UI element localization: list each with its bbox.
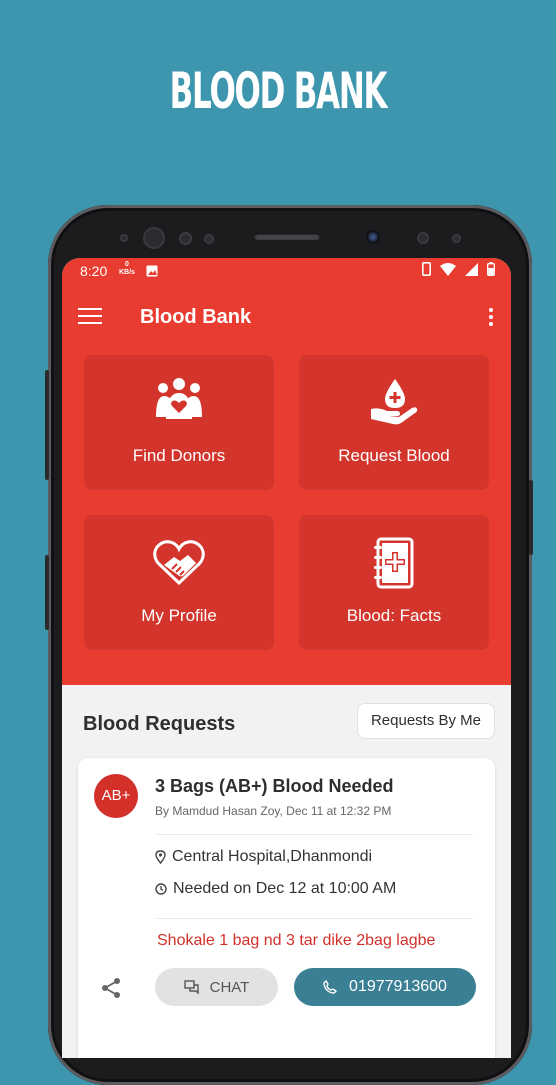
toolbar: Blood Bank <box>62 294 511 344</box>
blood-drop-hand-icon <box>371 379 418 425</box>
blood-request-card[interactable]: AB+ 3 Bags (AB+) Blood Needed By Mamdud … <box>78 758 495 1058</box>
divider <box>155 834 473 835</box>
clock-icon <box>155 883 167 895</box>
call-button[interactable]: 01977913600 <box>294 968 476 1006</box>
status-icons <box>422 262 495 276</box>
share-icon[interactable] <box>98 975 124 1001</box>
handshake-heart-icon <box>153 540 205 586</box>
app-header: 8:20 0 KB/s Blood Bank Find Donors Reque… <box>62 258 511 685</box>
status-time: 8:20 <box>80 263 108 279</box>
promo-title: BLOOD BANK <box>169 62 388 120</box>
location-row: Central Hospital,Dhanmondi <box>155 848 372 866</box>
request-blood-tile[interactable]: Request Blood <box>299 355 489 490</box>
find-donors-tile[interactable]: Find Donors <box>84 355 274 490</box>
earpiece-speaker <box>254 233 320 240</box>
needed-on-text: Needed on Dec 12 at 10:00 AM <box>173 880 397 897</box>
sensor-dot <box>204 234 214 244</box>
hamburger-menu-icon[interactable] <box>78 308 102 328</box>
blood-facts-tile[interactable]: Blood: Facts <box>299 515 489 650</box>
battery-icon <box>487 262 495 276</box>
chat-bubbles-icon <box>183 980 199 994</box>
iris-sensor <box>143 227 165 249</box>
network-speed: 0 KB/s <box>119 261 135 277</box>
chat-button[interactable]: CHAT <box>155 968 278 1006</box>
request-blood-label: Request Blood <box>338 446 450 465</box>
section-title: Blood Requests <box>83 713 236 735</box>
location-text: Central Hospital,Dhanmondi <box>172 848 373 865</box>
divider <box>155 918 473 919</box>
phone-number: 01977913600 <box>349 978 447 995</box>
request-title: 3 Bags (AB+) Blood Needed <box>155 776 394 796</box>
donors-group-heart-icon <box>156 378 202 419</box>
bixby-button <box>45 555 49 630</box>
find-donors-label: Find Donors <box>132 446 226 465</box>
wifi-icon <box>440 262 456 276</box>
my-profile-tile[interactable]: My Profile <box>84 515 274 650</box>
front-camera <box>366 230 380 244</box>
power-button <box>529 480 533 555</box>
requests-by-me-button[interactable]: Requests By Me <box>356 703 495 739</box>
app-screen: 8:20 0 KB/s Blood Bank Find Donors Reque… <box>62 258 511 1058</box>
network-speed-unit: KB/s <box>119 269 135 276</box>
sensor-dot <box>452 234 461 243</box>
chat-label: CHAT <box>209 978 250 996</box>
blood-facts-label: Blood: Facts <box>346 606 442 625</box>
phone-vibrate-icon <box>422 262 431 276</box>
app-title: Blood Bank <box>140 306 252 328</box>
medical-notebook-icon <box>374 537 414 589</box>
sensor-dot <box>120 234 128 242</box>
my-profile-label: My Profile <box>141 606 217 625</box>
requests-section: Blood Requests Requests By Me AB+ 3 Bags… <box>62 685 511 1058</box>
volume-button <box>45 370 49 480</box>
request-note: Shokale 1 bag nd 3 tar dike 2bag lagbe <box>157 932 436 949</box>
image-notification-icon <box>146 265 158 277</box>
location-pin-icon <box>155 850 166 864</box>
phone-call-icon <box>323 980 338 994</box>
more-options-icon[interactable] <box>487 308 495 330</box>
needed-on-row: Needed on Dec 12 at 10:00 AM <box>155 880 396 898</box>
request-posted-by: By Mamdud Hasan Zoy, Dec 11 at 12:32 PM <box>155 804 392 818</box>
network-speed-value: 0 <box>125 261 129 268</box>
cell-signal-icon <box>465 262 478 276</box>
status-bar: 8:20 0 KB/s <box>62 258 511 284</box>
sensor-dot <box>179 232 192 245</box>
blood-group-badge: AB+ <box>94 774 138 818</box>
sensor-dot <box>417 232 429 244</box>
